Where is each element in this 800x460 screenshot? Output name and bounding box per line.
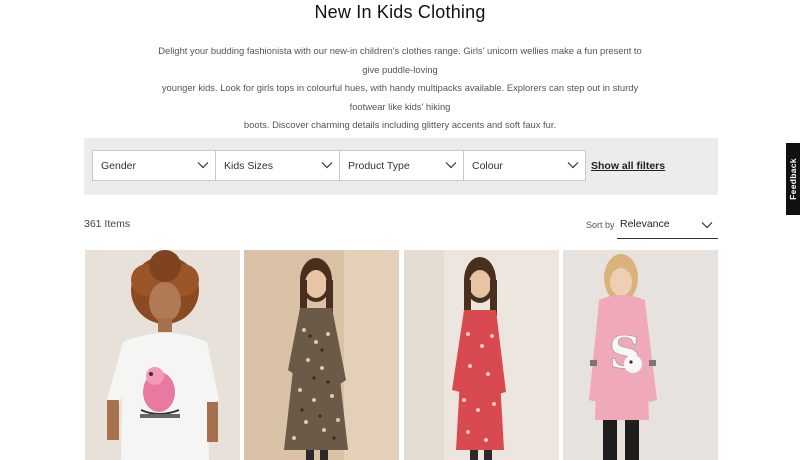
colour-filter-dropdown[interactable]: Colour xyxy=(463,150,586,181)
intro-text: Delight your budding fashionista with ou… xyxy=(150,42,650,135)
filter-label: Kids Sizes xyxy=(224,159,274,172)
intro-line: boots. Discover charming details includi… xyxy=(243,119,557,130)
sort-dropdown[interactable]: Relevance xyxy=(617,210,718,239)
item-count: 361 Items xyxy=(84,218,131,230)
filter-label: Colour xyxy=(472,159,503,172)
product-photo-girl-pink-hoodie: S xyxy=(563,250,718,460)
product-photo-girl-red-dress xyxy=(404,250,559,460)
chevron-down-icon xyxy=(197,159,209,171)
chevron-down-icon xyxy=(567,159,579,171)
filter-label: Gender xyxy=(101,159,137,172)
filter-bar: Gender Kids Sizes Product Type Colour Sh… xyxy=(84,138,718,195)
sort-label: Sort by xyxy=(586,220,615,230)
product-card-image[interactable] xyxy=(85,250,240,460)
gender-filter-dropdown[interactable]: Gender xyxy=(92,150,216,181)
feedback-tab[interactable]: Feedback xyxy=(786,143,800,215)
chevron-down-icon xyxy=(445,159,457,171)
kids-sizes-filter-dropdown[interactable]: Kids Sizes xyxy=(215,150,340,181)
intro-line: younger kids. Look for girls tops in col… xyxy=(161,82,639,112)
product-card-image[interactable] xyxy=(404,250,559,460)
product-photo-girl-floral-dress xyxy=(244,250,399,460)
sort-value: Relevance xyxy=(620,218,670,230)
feedback-label: Feedback xyxy=(788,158,798,200)
product-photo-girl-white-tshirt xyxy=(85,250,240,460)
product-type-filter-dropdown[interactable]: Product Type xyxy=(339,150,464,181)
page-title: New In Kids Clothing xyxy=(314,2,486,22)
chevron-down-icon xyxy=(701,219,713,234)
product-card-image[interactable]: S xyxy=(563,250,718,460)
intro-line: Delight your budding fashionista with ou… xyxy=(158,45,642,75)
chevron-down-icon xyxy=(321,159,333,171)
show-all-filters-link[interactable]: Show all filters xyxy=(591,160,665,172)
product-card-image[interactable] xyxy=(244,250,399,460)
filter-label: Product Type xyxy=(348,159,410,172)
